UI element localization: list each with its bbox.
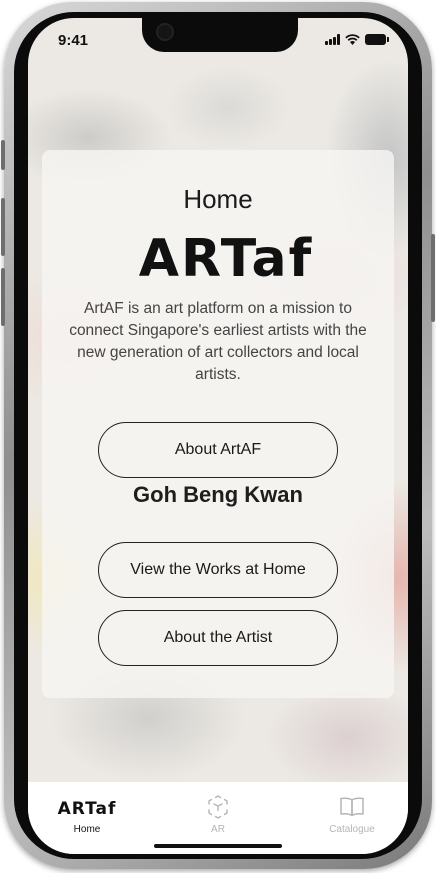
view-works-button[interactable]: View the Works at Home [98, 542, 338, 598]
battery-icon [365, 34, 389, 45]
ar-cube-icon [208, 795, 228, 819]
status-time: 9:41 [58, 32, 89, 49]
tab-catalogue[interactable]: Catalogue [307, 792, 397, 842]
artaf-logo: ARTaf [139, 229, 313, 284]
status-icons [325, 34, 389, 45]
side-button-volume-down [1, 268, 5, 326]
side-button-power [431, 234, 435, 322]
about-artaf-button[interactable]: About ArtAF [98, 422, 338, 478]
artaf-logo-icon: ARTaf [58, 799, 117, 818]
tab-bar: ARTaf Home AR Catalogue [28, 782, 408, 854]
tab-home[interactable]: ARTaf Home [42, 792, 132, 842]
home-card: Home ARTaf ArtAF is an art platform on a… [42, 150, 394, 698]
side-button-mute [1, 140, 5, 170]
cellular-signal-icon [325, 34, 340, 45]
tab-catalogue-label: Catalogue [329, 824, 375, 835]
svg-text:ARTaf: ARTaf [58, 799, 117, 818]
tab-ar-label: AR [211, 824, 225, 835]
artist-name: Goh Beng Kwan [133, 482, 303, 507]
svg-text:ARTaf: ARTaf [139, 229, 313, 284]
app-screen: 9:41 Home ARTaf ArtAF is an art platform… [28, 18, 408, 854]
side-button-volume-up [1, 198, 5, 256]
open-book-icon [340, 797, 364, 817]
about-artist-button[interactable]: About the Artist [98, 610, 338, 666]
page-title: Home [183, 184, 253, 214]
front-camera [156, 23, 174, 41]
wifi-icon [345, 34, 360, 45]
home-indicator [154, 844, 282, 848]
tab-ar[interactable]: AR [173, 792, 263, 842]
notch [142, 18, 298, 52]
intro-text: ArtAF is an art platform on a mission to… [69, 300, 367, 383]
tab-home-label: Home [73, 824, 101, 835]
